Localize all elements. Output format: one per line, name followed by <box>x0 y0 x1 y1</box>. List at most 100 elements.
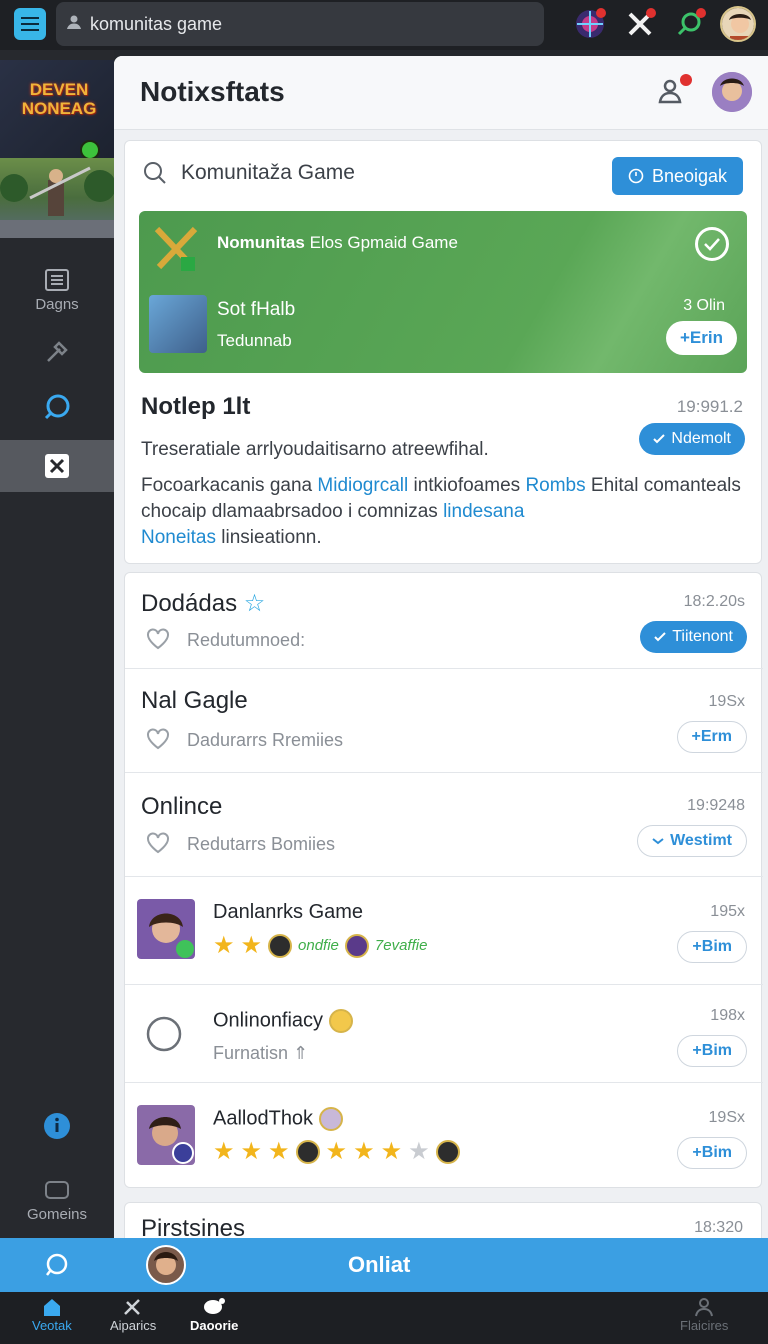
row-action-button[interactable]: +Bim <box>677 1137 747 1169</box>
sidebar-item-gomeins[interactable]: Gomeins <box>0 1178 114 1223</box>
check-icon <box>654 632 666 642</box>
game-orb-icon[interactable] <box>570 4 610 44</box>
row-action-button[interactable]: Westimt <box>637 825 747 857</box>
row-time: 198x <box>710 1007 745 1024</box>
sidebar-item-label: Dagns <box>35 296 79 313</box>
radio-icon[interactable] <box>145 1015 183 1053</box>
star-icon: ☆ <box>243 590 266 617</box>
avatar <box>137 899 195 959</box>
row-time: 19:9248 <box>687 797 745 814</box>
logo-badge <box>80 140 100 160</box>
post-title: Notlep 1lt <box>141 393 251 420</box>
star-icon: ★ <box>240 932 263 959</box>
sidebar-item-games[interactable] <box>0 440 114 492</box>
online-bar[interactable]: Onliat <box>0 1238 768 1292</box>
nav-item-flaicires[interactable]: Flaicires <box>680 1296 728 1333</box>
star-icon: ★ <box>353 1138 375 1165</box>
community-list: Dodádas ☆ 18:2.20s Redutumnoed: Tiitenon… <box>124 572 763 1189</box>
star-icon: ★ <box>213 932 235 959</box>
nav-item-aiparics[interactable]: Aiparics <box>110 1296 156 1333</box>
crossed-tools-icon <box>45 454 69 478</box>
clock-icon <box>628 168 644 184</box>
user-avatar[interactable] <box>720 6 756 42</box>
row-subtitle: Redutumnoed: <box>187 630 306 650</box>
star-icon: ★ <box>325 1138 348 1165</box>
sidebar-item-label: Gomeins <box>26 1206 88 1223</box>
sidebar-item-tools[interactable] <box>0 338 114 366</box>
header-avatar[interactable] <box>712 72 752 112</box>
featured-community[interactable]: Nomunitas Elos Gpmaid Game Sot fHalb Ted… <box>139 211 747 373</box>
post-link[interactable]: lindesana <box>443 501 524 522</box>
row-subtitle: Furnatisn ⇑ <box>213 1043 309 1063</box>
star-icon: ★ <box>380 1138 403 1165</box>
top-search-value: komunitas game <box>90 13 223 34</box>
row-title: Danlanrks Game <box>213 901 364 923</box>
row-subtitle: Dadurarrs Rremiies <box>187 730 344 750</box>
sidebar-item-info[interactable] <box>0 1112 114 1140</box>
list-item[interactable]: Onlinonfiacy Furnatisn ⇑ 198x +Bim <box>125 985 763 1083</box>
list-item[interactable]: Onlince 19:9248 Redutarrs Bomiies Westim… <box>125 773 763 877</box>
post-link[interactable]: Midiogrcall <box>317 475 408 496</box>
mini-avatar <box>328 1009 353 1033</box>
notification-dot <box>696 8 706 18</box>
post-follow-button[interactable]: Ndemolt <box>639 423 745 455</box>
notification-dot <box>646 8 656 18</box>
top-search-input[interactable]: komunitas game <box>56 2 544 46</box>
chat-search-icon <box>44 394 70 420</box>
user-notifications-button[interactable] <box>656 74 692 110</box>
featured-avatar <box>149 295 207 353</box>
row-time: 18:2.20s <box>683 593 745 610</box>
row-title: Dodádas ☆ <box>141 590 266 617</box>
heart-icon <box>147 628 169 650</box>
main-panel: Notixsftats Komunitaža Game Bneoigak Nom… <box>114 56 768 1242</box>
star-icon: ★ <box>213 1138 235 1165</box>
post-link[interactable]: Noneitas <box>141 527 216 548</box>
search-button-label: Bneoigak <box>651 165 727 186</box>
list-item[interactable]: Danlanrks Game ★ ★ ondfie 7evaffie 195x +… <box>125 877 763 985</box>
crossed-swords-icon[interactable] <box>620 4 660 44</box>
post-time: 19:991.2 <box>676 397 743 416</box>
game-banner-image[interactable] <box>0 158 116 238</box>
search-game-icon[interactable] <box>670 4 710 44</box>
featured-join-button[interactable]: +Erin <box>666 321 737 355</box>
row-tag: ondfie <box>298 937 339 954</box>
main-header: Notixsftats <box>114 56 768 130</box>
search-icon <box>144 162 166 184</box>
row-action-button[interactable]: +Bim <box>677 931 747 963</box>
list-item[interactable]: Dodádas ☆ 18:2.20s Redutumnoed: Tiitenon… <box>125 573 763 669</box>
info-icon <box>44 1113 70 1139</box>
chat-icon <box>204 1298 226 1314</box>
row-action-button[interactable]: +Bim <box>677 1035 747 1067</box>
list-item[interactable]: Nal Gagle 19Sx Dadurarrs Rremiies +Erm <box>125 669 763 773</box>
heart-icon <box>147 832 169 854</box>
row-action-button[interactable]: +Erm <box>676 721 747 753</box>
rating-row: ★ ★ ★ ★ ★ ★ ★ <box>213 1137 460 1166</box>
chat-search-icon[interactable] <box>44 1252 70 1278</box>
nav-item-veotak[interactable]: Veotak <box>32 1296 72 1333</box>
post-link[interactable]: Rombs <box>525 475 585 496</box>
top-icons <box>570 4 756 44</box>
list-item[interactable]: AallodThok ★ ★ ★ ★ ★ ★ ★ 19Sx +Bim <box>125 1083 763 1189</box>
row-title: AallodThok <box>213 1107 343 1131</box>
row-subtitle: Redutarrs Bomiies <box>187 834 336 854</box>
home-icon <box>43 1299 60 1316</box>
row-time: 19Sx <box>708 693 745 710</box>
check-icon[interactable] <box>695 227 729 261</box>
avatar[interactable] <box>146 1245 186 1285</box>
sidebar-item-search[interactable] <box>0 392 114 422</box>
nav-item-daoorie[interactable]: Daoorie <box>190 1296 238 1333</box>
featured-name: Sot fHalb <box>217 299 296 320</box>
community-search[interactable]: Komunitaža Game <box>143 161 355 185</box>
menu-button[interactable] <box>14 8 46 40</box>
avatar <box>137 1105 195 1165</box>
mini-avatar <box>268 933 293 958</box>
page-title: Notixsftats <box>140 76 285 107</box>
top-bar: komunitas game <box>0 0 768 50</box>
row-title: Onlinonfiacy <box>213 1009 353 1033</box>
sidebar-item-dagns[interactable]: Dagns <box>0 268 114 313</box>
wrench-icon <box>47 341 68 362</box>
list-item[interactable]: Pirstsines 18:320 <box>124 1202 762 1242</box>
row-action-button[interactable]: Tiitenont <box>640 621 747 653</box>
featured-count: 3 Olin <box>683 297 725 314</box>
search-button[interactable]: Bneoigak <box>611 157 743 195</box>
